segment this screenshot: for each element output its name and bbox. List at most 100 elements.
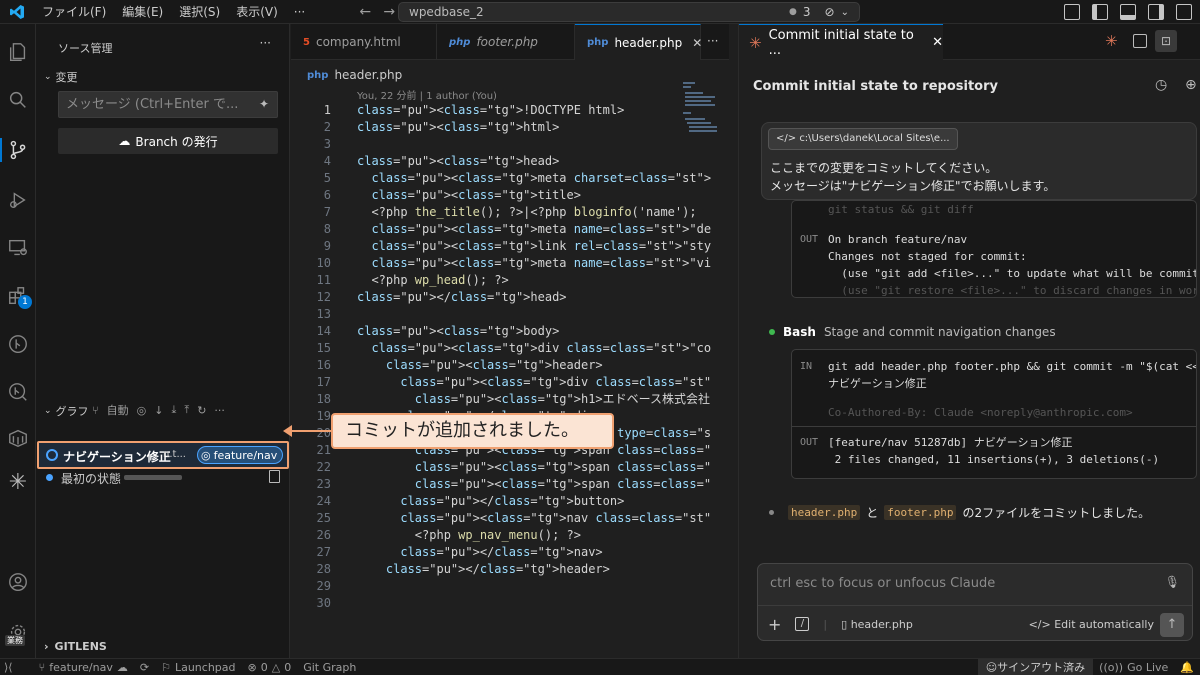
gitlens-section-header[interactable]: › GITLENS (44, 640, 107, 653)
claude-new-icon[interactable]: ✳ (1105, 32, 1118, 50)
split-editor-icon[interactable] (1133, 34, 1147, 48)
minimap[interactable] (683, 82, 723, 142)
tab-footer-php[interactable]: php footer.php (437, 24, 575, 60)
chat-input-box[interactable]: ctrl esc to focus or unfocus Claude 🎙 + … (757, 563, 1193, 641)
graph-section-header[interactable]: ⌄ グラフ (44, 403, 89, 419)
file-context-chip[interactable]: ▯ header.php (841, 618, 913, 631)
out-label: OUT (800, 437, 819, 448)
bash-tool-header[interactable]: Bash Stage and commit navigation changes (769, 325, 1056, 339)
edit-mode-toggle[interactable]: </> Edit automatically (1029, 618, 1154, 631)
send-button[interactable]: ↑ (1160, 613, 1184, 637)
menu-selection[interactable]: 選択(S) (171, 3, 228, 20)
graph-commit-row-1[interactable]: ナビゲーション修正 n.t... ◎ feature/nav (37, 441, 289, 469)
remote-indicator-icon[interactable]: ⟩⟨ (0, 661, 19, 674)
target-icon[interactable]: ◎ (137, 404, 147, 417)
graph-commit-row-2[interactable]: 最初の状態 (44, 468, 288, 488)
breadcrumb[interactable]: php header.php (307, 68, 402, 82)
commit-message-input[interactable]: メッセージ (Ctrl+Enter で... ✦ (58, 91, 278, 118)
fetch-icon[interactable]: ↓ (154, 404, 163, 417)
account-icon[interactable] (0, 564, 36, 600)
pull-icon[interactable]: ⤓ (171, 403, 176, 417)
problems-status[interactable]: ⊗ 0 △ 0 (242, 661, 298, 674)
tool-output-box-2: IN git add header.php footer.php && git … (791, 349, 1197, 479)
copilot-icon[interactable]: ⊘ (825, 5, 835, 19)
context-path-chip[interactable]: </> c:\Users\danek\Local Sites\e... (768, 128, 958, 150)
refresh-icon[interactable]: ↻ (197, 404, 206, 417)
line-number: 18 (316, 392, 331, 406)
toggle-panel-icon[interactable] (1120, 4, 1136, 20)
manage-gear-icon[interactable]: 業務 (0, 614, 36, 650)
slash-command-icon[interactable]: / (795, 617, 810, 631)
line-number: 5 (323, 171, 331, 185)
command-center-search[interactable]: wpedbase_2 ● 3 ⊘ ⌄ (398, 2, 860, 22)
source-control-icon[interactable] (0, 132, 36, 168)
menu-more[interactable]: ··· (286, 5, 313, 19)
sparkle-icon[interactable]: ✦ (259, 92, 269, 117)
assistant-summary: header.php と footer.php の2ファイルをコミットしました。 (769, 504, 1150, 521)
tab-company-html[interactable]: 5 company.html (291, 24, 437, 60)
close-icon[interactable]: ✕ (932, 35, 943, 50)
file-icon[interactable] (269, 470, 280, 483)
go-live-status[interactable]: ((o)) Go Live (1093, 661, 1174, 674)
tool-output-box-1: git status && git diff OUT On branch fea… (791, 200, 1197, 298)
history-icon[interactable]: ◷ (1155, 77, 1167, 93)
claude-icon: ✳ (749, 33, 762, 52)
claude-icon[interactable]: ✳ (0, 464, 36, 500)
branch-icon[interactable]: ⑂ (92, 404, 99, 417)
close-icon[interactable]: ✕ (692, 36, 702, 50)
chat-tab-bar: ✳ Commit initial state to ... ✕ ✳ ⊡ (739, 24, 1200, 60)
extensions-icon[interactable]: 1 (0, 278, 36, 314)
callout-arrow (283, 425, 335, 437)
new-chat-icon[interactable]: ⊕ (1185, 77, 1197, 93)
sidebar-title: ソース管理 (58, 42, 113, 55)
back-arrow-icon[interactable]: ← (353, 4, 377, 20)
tab-header-php[interactable]: php header.php ✕ (575, 24, 702, 60)
add-icon[interactable]: + (768, 615, 781, 634)
microphone-icon[interactable]: 🎙 (1165, 575, 1180, 589)
menu-view[interactable]: 表示(V) (228, 3, 286, 20)
menu-file[interactable]: ファイル(F) (34, 3, 114, 20)
chevron-down-icon[interactable]: ⌄ (841, 7, 849, 18)
lock-icon[interactable]: ⊡ (1155, 30, 1177, 52)
notifications-icon[interactable]: 🔔 (1174, 661, 1200, 674)
search-icon[interactable] (0, 82, 36, 118)
code-text: class="pu"><class="tg">meta name=class="… (371, 256, 711, 270)
remote-explorer-icon[interactable] (0, 230, 36, 266)
in-label: IN (800, 361, 813, 372)
sync-icon[interactable]: ⟳ (134, 661, 155, 674)
explorer-icon[interactable] (0, 34, 36, 70)
code-text: <?php the_title(); ?>|<?php bloginfo('na… (357, 205, 697, 219)
run-debug-icon[interactable] (0, 182, 36, 218)
tabs-more-icon[interactable]: ··· (707, 34, 718, 48)
line-number: 13 (316, 307, 331, 321)
layout-grid-icon[interactable] (1176, 4, 1192, 20)
git-graph-status[interactable]: Git Graph (297, 661, 362, 674)
toggle-sidebar-icon[interactable] (1092, 4, 1108, 20)
gitlens-icon[interactable] (0, 326, 36, 362)
menu-edit[interactable]: 編集(E) (114, 3, 171, 20)
blame-annotation[interactable]: You, 22 分前 | 1 author (You) (357, 87, 497, 102)
chat-tab[interactable]: ✳ Commit initial state to ... ✕ (739, 24, 943, 60)
customize-layout-icon[interactable] (1064, 4, 1080, 20)
containers-icon[interactable] (0, 420, 36, 456)
sidebar-more-icon[interactable]: ··· (260, 36, 271, 50)
code-editor[interactable]: 1 class="pu"><class="tg">!DOCTYPE html> 2 c… (291, 102, 711, 642)
branch-status[interactable]: ⑂ feature/nav ☁ (33, 661, 134, 674)
commit-message: ナビゲーション修正 (63, 450, 171, 464)
branch-badge[interactable]: ◎ feature/nav (197, 446, 284, 464)
code-text: class="pu"><class="tg">span class=class=… (414, 477, 711, 491)
graph-more-icon[interactable]: ··· (214, 404, 225, 417)
push-icon[interactable]: ⤒ (184, 403, 189, 417)
signed-out-status[interactable]: ☺ サインアウト済み (977, 658, 1094, 675)
launchpad-status[interactable]: ⚐ Launchpad (155, 661, 241, 674)
gitlens-inspect-icon[interactable] (0, 374, 36, 410)
vscode-logo-icon[interactable] (0, 0, 34, 24)
auto-label[interactable]: 自動 (107, 402, 129, 418)
changes-section-header[interactable]: ⌄ 変更 (44, 69, 78, 85)
tab-label: header.php (614, 35, 683, 50)
publish-branch-button[interactable]: ☁ Branch の発行 (58, 128, 278, 154)
code-text: class="pu"><class="tg">title> (371, 188, 581, 202)
toggle-secondary-sidebar-icon[interactable] (1148, 4, 1164, 20)
branch-badge-label: feature/nav (213, 448, 278, 462)
command-center-text: wpedbase_2 (409, 5, 484, 19)
